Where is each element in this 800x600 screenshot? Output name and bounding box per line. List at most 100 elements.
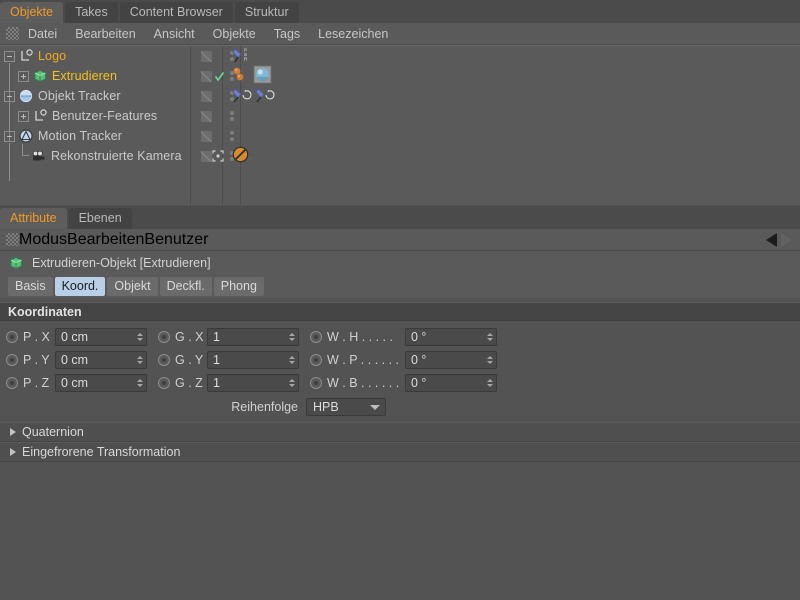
radio-scale-x[interactable] xyxy=(158,330,170,343)
expander-minus-icon[interactable] xyxy=(4,50,15,62)
radio-position-z[interactable] xyxy=(6,376,18,389)
visibility-toggle[interactable] xyxy=(190,86,222,106)
visibility-toggle[interactable] xyxy=(190,46,222,66)
fold-quaternion[interactable]: Quaternion xyxy=(0,422,800,442)
input-position-x-field[interactable] xyxy=(61,328,135,345)
menu-bearbeiten-attr[interactable]: Bearbeiten xyxy=(67,231,144,249)
tab-basis[interactable]: Basis xyxy=(8,277,53,296)
radio-position-x[interactable] xyxy=(6,330,18,343)
visibility-toggle[interactable] xyxy=(190,126,222,146)
tree-row-objekt-tracker[interactable]: Objekt Tracker xyxy=(0,86,190,106)
spinner-rotation-p[interactable] xyxy=(485,355,494,364)
tab-koord[interactable]: Koord. xyxy=(54,277,106,296)
tree-row-logo[interactable]: Logo xyxy=(0,46,190,66)
tree-row-rekonstruierte-kamera[interactable]: Rekonstruierte Kamera xyxy=(0,144,190,166)
constraint-tag[interactable] xyxy=(232,86,252,107)
input-rotation-b[interactable] xyxy=(405,373,497,392)
tab-content-browser[interactable]: Content Browser xyxy=(119,2,233,23)
menu-benutzer[interactable]: Benutzer xyxy=(144,231,208,249)
spinner-position-z[interactable] xyxy=(135,378,144,387)
input-position-x[interactable] xyxy=(55,327,147,346)
grip-handle-icon[interactable] xyxy=(6,27,19,40)
spinner-scale-x[interactable] xyxy=(287,332,296,341)
grip-handle-icon[interactable] xyxy=(6,233,19,246)
tab-objekte[interactable]: Objekte xyxy=(0,2,64,23)
table-row[interactable]: Objekt Tracker xyxy=(0,86,800,106)
texture-tag[interactable] xyxy=(253,65,272,87)
tag-list[interactable]: P S R xyxy=(232,46,254,66)
table-row[interactable]: Rekonstruierte Kamera xyxy=(0,144,800,166)
input-position-z-field[interactable] xyxy=(61,374,135,391)
label-rotation-h: W . H . . . . . xyxy=(327,329,393,344)
spinner-position-x[interactable] xyxy=(135,332,144,341)
table-row[interactable]: Motion Tracker xyxy=(0,126,800,146)
input-scale-z-field[interactable] xyxy=(213,374,287,391)
visibility-dots[interactable] xyxy=(224,106,240,126)
radio-position-y[interactable] xyxy=(6,353,18,366)
object-tree[interactable]: Logo P S R Extrudieren Objekt Tracker Be… xyxy=(0,45,800,205)
radio-rotation-h[interactable] xyxy=(310,330,322,343)
table-row[interactable]: Benutzer-Features xyxy=(0,106,800,126)
input-position-y-field[interactable] xyxy=(61,351,135,368)
table-row[interactable]: Logo P S R xyxy=(0,46,800,66)
tab-takes[interactable]: Takes xyxy=(65,2,118,23)
selection-marker-icon xyxy=(212,146,224,166)
menu-objekte[interactable]: Objekte xyxy=(204,23,265,45)
menu-lesezeichen[interactable]: Lesezeichen xyxy=(309,23,397,45)
tab-phong[interactable]: Phong xyxy=(213,277,264,296)
protection-tag[interactable] xyxy=(232,146,249,166)
input-rotation-b-field[interactable] xyxy=(411,374,485,391)
radio-rotation-b[interactable] xyxy=(310,376,322,389)
constraint-tag[interactable] xyxy=(255,86,275,107)
table-row[interactable]: Extrudieren xyxy=(0,65,800,87)
radio-rotation-p[interactable] xyxy=(310,353,322,366)
input-rotation-h[interactable] xyxy=(405,327,497,346)
tag-list[interactable] xyxy=(232,146,249,166)
expander-minus-icon[interactable] xyxy=(4,130,15,142)
tab-objekt[interactable]: Objekt xyxy=(107,277,158,296)
radio-scale-y[interactable] xyxy=(158,353,170,366)
expander-plus-icon[interactable] xyxy=(18,70,29,82)
tag-list[interactable] xyxy=(232,65,272,87)
fold-eingefrorene-transformation[interactable]: Eingefrorene Transformation xyxy=(0,442,800,462)
menu-datei[interactable]: Datei xyxy=(19,23,66,45)
tab-struktur[interactable]: Struktur xyxy=(234,2,299,23)
tab-ebenen[interactable]: Ebenen xyxy=(68,208,132,229)
spinner-position-y[interactable] xyxy=(135,355,144,364)
forward-arrow-icon[interactable] xyxy=(781,233,792,247)
tag-list[interactable] xyxy=(232,86,275,106)
input-rotation-p-field[interactable] xyxy=(411,351,485,368)
tree-row-extrudieren[interactable]: Extrudieren xyxy=(0,66,190,86)
spinner-scale-z[interactable] xyxy=(287,378,296,387)
menu-ansicht[interactable]: Ansicht xyxy=(145,23,204,45)
input-rotation-h-field[interactable] xyxy=(411,328,485,345)
tree-label-rekonstruierte-kamera: Rekonstruierte Kamera xyxy=(51,149,182,163)
menu-bearbeiten[interactable]: Bearbeiten xyxy=(66,23,144,45)
spinner-scale-y[interactable] xyxy=(287,355,296,364)
psr-constraint-tag[interactable]: P S R xyxy=(232,46,254,67)
tab-deckfl[interactable]: Deckfl. xyxy=(159,277,212,296)
tree-row-motion-tracker[interactable]: Motion Tracker xyxy=(0,126,190,146)
visibility-toggle[interactable] xyxy=(190,106,222,126)
tree-row-benutzer-features[interactable]: Benutzer-Features xyxy=(0,106,190,126)
menu-modus[interactable]: Modus xyxy=(19,231,67,249)
expander-plus-icon[interactable] xyxy=(18,110,29,122)
input-position-z[interactable] xyxy=(55,373,147,392)
input-scale-y-field[interactable] xyxy=(213,351,287,368)
input-scale-y[interactable] xyxy=(207,350,299,369)
back-arrow-icon[interactable] xyxy=(766,233,777,247)
input-position-y[interactable] xyxy=(55,350,147,369)
input-rotation-p[interactable] xyxy=(405,350,497,369)
input-scale-x[interactable] xyxy=(207,327,299,346)
expander-minus-icon[interactable] xyxy=(4,90,15,102)
menu-tags[interactable]: Tags xyxy=(265,23,309,45)
dropdown-reihenfolge[interactable]: HPB xyxy=(306,398,386,416)
visibility-dots[interactable] xyxy=(224,126,240,146)
radio-scale-z[interactable] xyxy=(158,376,170,389)
spinner-rotation-b[interactable] xyxy=(485,378,494,387)
input-scale-x-field[interactable] xyxy=(213,328,287,345)
input-scale-z[interactable] xyxy=(207,373,299,392)
material-tag[interactable] xyxy=(232,66,250,87)
spinner-rotation-h[interactable] xyxy=(485,332,494,341)
tab-attribute[interactable]: Attribute xyxy=(0,208,67,229)
